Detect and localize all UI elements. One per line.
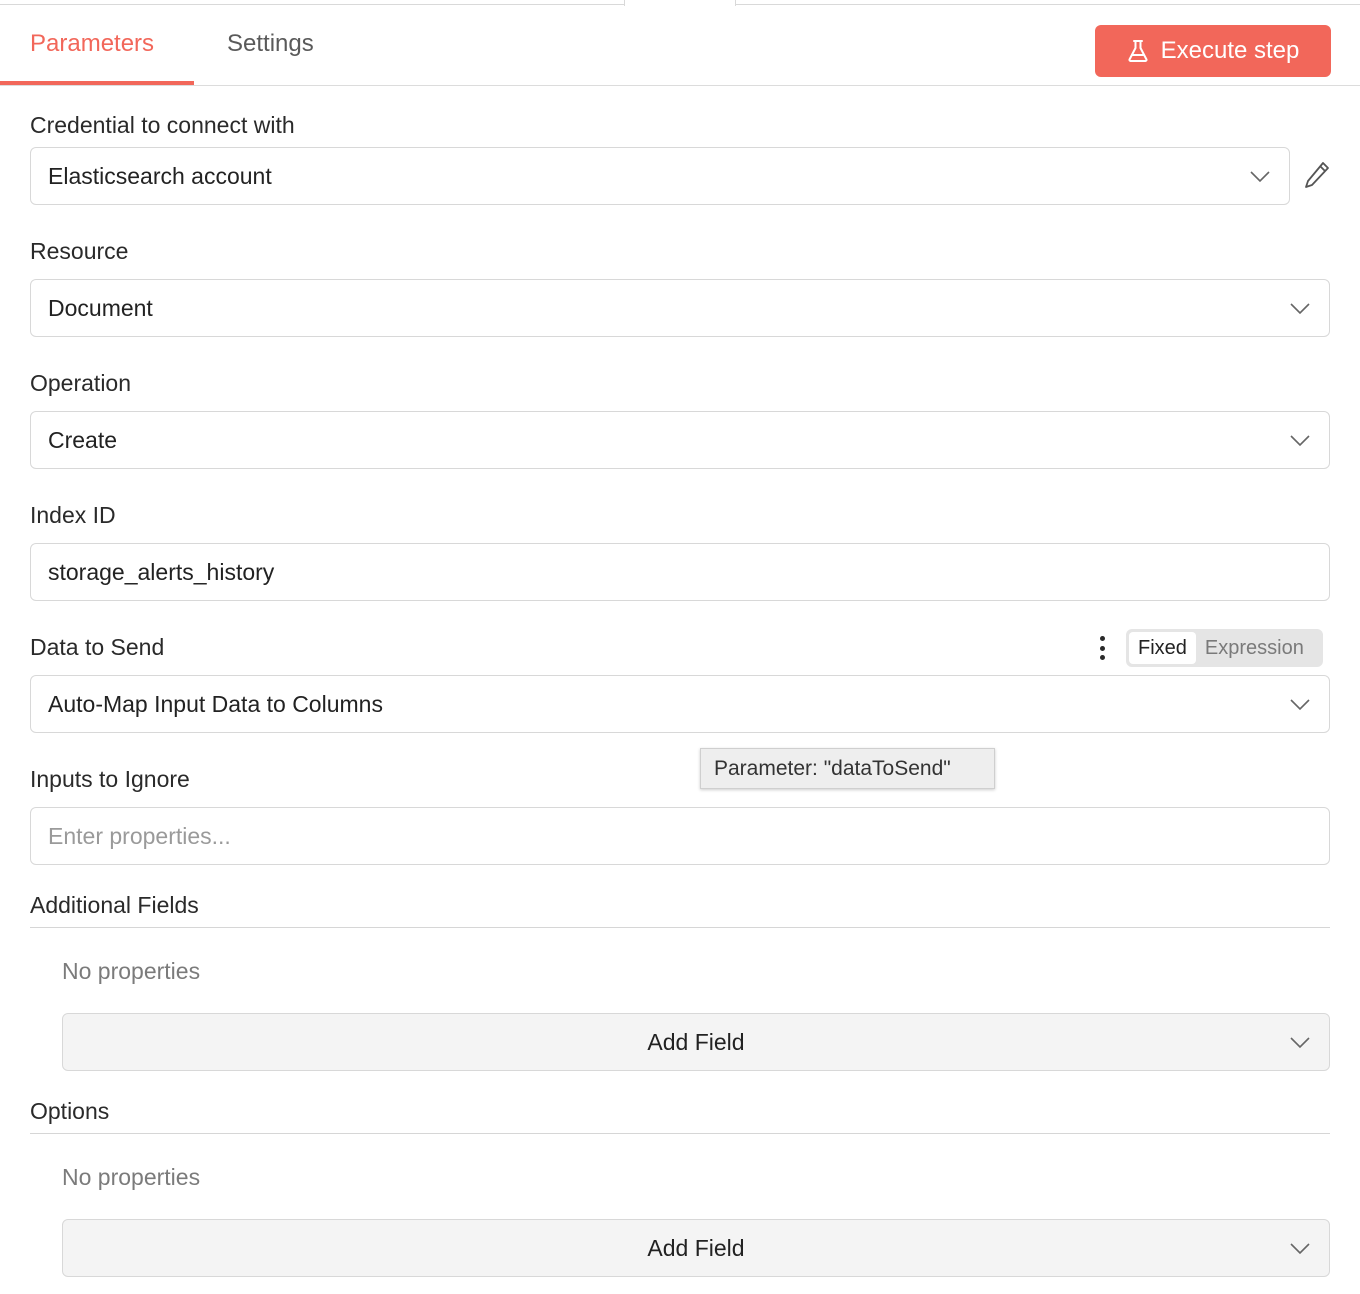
operation-select[interactable]: Create [30, 411, 1330, 469]
operation-label: Operation [30, 370, 132, 396]
chevron-down-icon [1289, 1237, 1311, 1259]
resource-label: Resource [30, 238, 129, 264]
resource-value: Document [48, 294, 153, 321]
credential-select[interactable]: Elasticsearch account [30, 147, 1290, 205]
chevron-down-icon [1289, 1031, 1311, 1053]
parameter-tooltip: Parameter: "dataToSend" [700, 748, 995, 789]
options-add-button[interactable]: Add Field [62, 1219, 1330, 1277]
mode-fixed-option[interactable]: Fixed [1129, 632, 1196, 664]
additional-fields-divider [30, 927, 1330, 928]
chevron-down-icon [1289, 693, 1311, 715]
operation-value: Create [48, 426, 118, 453]
inputs-to-ignore-input[interactable]: Enter properties... [30, 807, 1330, 865]
data-to-send-label: Data to Send [30, 634, 165, 660]
more-options-icon[interactable] [1097, 634, 1107, 662]
inputs-to-ignore-placeholder: Enter properties... [48, 822, 231, 849]
tab-settings[interactable]: Settings [227, 30, 314, 58]
execute-step-button[interactable]: Execute step [1095, 25, 1331, 77]
additional-fields-title: Additional Fields [30, 892, 199, 918]
fixed-expression-toggle: Fixed Expression [1126, 629, 1323, 667]
data-to-send-value: Auto-Map Input Data to Columns [48, 690, 383, 717]
credential-value: Elasticsearch account [48, 162, 272, 189]
options-empty-text: No properties [62, 1164, 201, 1190]
tab-bar: Parameters Settings Execute step [0, 6, 1360, 86]
mode-expression-option[interactable]: Expression [1196, 632, 1313, 664]
credential-label: Credential to connect with [30, 112, 295, 138]
edit-pencil-icon[interactable] [1303, 160, 1331, 190]
index-id-value: storage_alerts_history [48, 558, 275, 585]
options-title: Options [30, 1098, 110, 1124]
chevron-down-icon [1289, 297, 1311, 319]
index-id-input[interactable]: storage_alerts_history [30, 543, 1330, 601]
data-to-send-select[interactable]: Auto-Map Input Data to Columns [30, 675, 1330, 733]
add-field-label: Add Field [647, 1234, 745, 1261]
inputs-to-ignore-label: Inputs to Ignore [30, 766, 190, 792]
add-field-label: Add Field [647, 1028, 745, 1055]
index-id-label: Index ID [30, 502, 116, 528]
chevron-down-icon [1289, 429, 1311, 451]
flask-icon [1128, 40, 1148, 62]
options-divider [30, 1133, 1330, 1134]
additional-fields-empty-text: No properties [62, 958, 201, 984]
resource-select[interactable]: Document [30, 279, 1330, 337]
additional-fields-add-button[interactable]: Add Field [62, 1013, 1330, 1071]
execute-step-label: Execute step [1160, 37, 1300, 64]
tab-parameters[interactable]: Parameters [30, 30, 154, 58]
chevron-down-icon [1249, 165, 1271, 187]
active-tab-indicator [0, 81, 194, 85]
